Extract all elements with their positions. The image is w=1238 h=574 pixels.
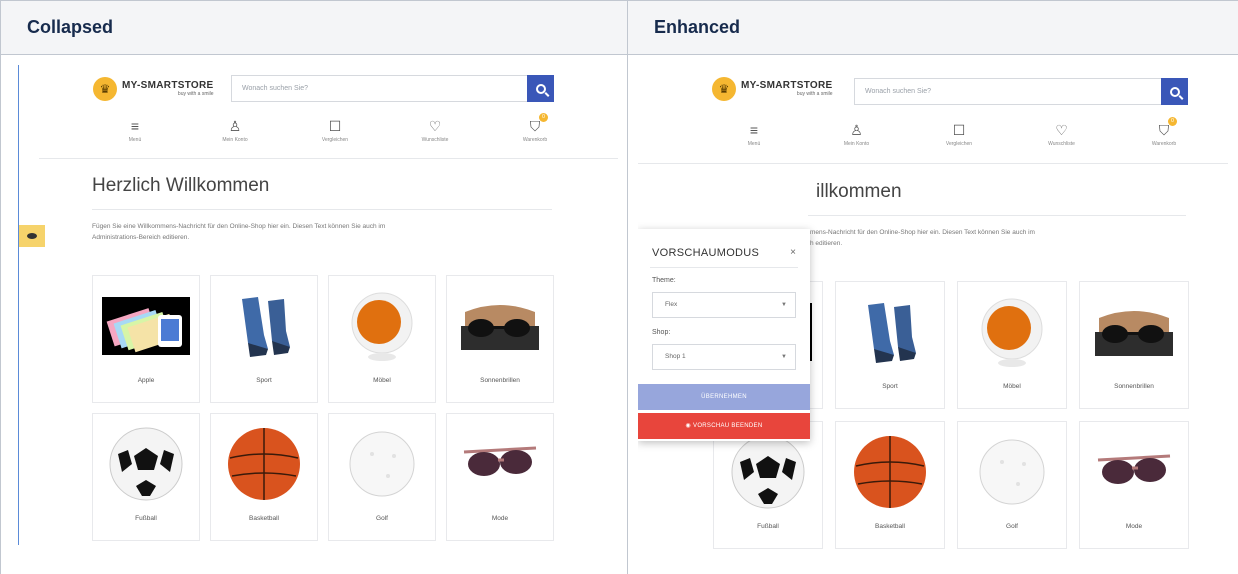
- nav-cart[interactable]: ⛉0Warenkorb: [505, 117, 565, 143]
- nav-account[interactable]: ♙Mein Konto: [205, 117, 265, 143]
- compare-icon: ☐: [305, 117, 365, 135]
- apple-image: [102, 297, 190, 355]
- shoes-image: [850, 297, 930, 367]
- sunglasses-case-image: [455, 294, 545, 358]
- category-tile-golf[interactable]: Golf: [957, 421, 1067, 549]
- category-tile-golf[interactable]: Golf: [328, 413, 436, 541]
- welcome-text: mens-Nachricht für den Online-Shop hier …: [810, 227, 1190, 249]
- welcome-text: Fügen Sie eine Willkommens-Nachricht für…: [92, 221, 562, 243]
- ball-chair-image: [345, 289, 419, 363]
- theme-label: Theme:: [652, 277, 676, 284]
- nav-menu[interactable]: ≡Menü: [724, 121, 784, 147]
- category-tile-moebel[interactable]: Möbel: [328, 275, 436, 403]
- cell-collapsed: ♛ MY-SMARTSTORE buy with a smile Wonach …: [1, 55, 628, 574]
- cell-enhanced: ♛ MY-SMARTSTORE buy with a smile Wonach …: [628, 55, 1238, 574]
- basketball-image: [224, 424, 304, 504]
- category-tile-sonnenbrillen[interactable]: Sonnenbrillen: [1079, 281, 1189, 409]
- category-grid: Apple Sport Möbel Sonnenbrillen: [92, 275, 554, 541]
- preview-title: VORSCHAUMODUS: [652, 247, 759, 259]
- user-icon: ♙: [827, 121, 887, 139]
- category-tile-mode[interactable]: Mode: [1079, 421, 1189, 549]
- page-title-fragment: illkommen: [816, 181, 902, 203]
- nav-wishlist[interactable]: ♡Wunschliste: [1032, 121, 1092, 147]
- fashion-sunglasses-image: [1092, 442, 1176, 502]
- search-placeholder: Wonach suchen Sie?: [232, 85, 553, 92]
- search-input[interactable]: Wonach suchen Sie?: [231, 75, 554, 102]
- page-title: Herzlich Willkommen: [92, 175, 269, 197]
- category-tile-sport[interactable]: Sport: [210, 275, 318, 403]
- menu-icon: ≡: [105, 117, 165, 135]
- end-preview-button[interactable]: ◉ VORSCHAU BEENDEN: [638, 413, 810, 439]
- cart-icon: ⛉: [1134, 121, 1194, 139]
- header-collapsed: Collapsed: [1, 1, 628, 55]
- category-tile-sonnenbrillen[interactable]: Sonnenbrillen: [446, 275, 554, 403]
- preview-mode-panel: VORSCHAUMODUS × Theme: Flex▼ Shop: Shop …: [638, 229, 810, 441]
- football-image: [728, 432, 808, 512]
- golf-ball-image: [344, 426, 420, 502]
- compare-icon: ☐: [929, 121, 989, 139]
- logo-name: MY-SMARTSTORE: [741, 81, 833, 91]
- nav-account[interactable]: ♙Mein Konto: [827, 121, 887, 147]
- store-screenshot-collapsed: ♛ MY-SMARTSTORE buy with a smile Wonach …: [18, 65, 618, 545]
- shop-select[interactable]: Shop 1▼: [652, 344, 796, 370]
- shop-label: Shop:: [652, 329, 670, 336]
- chevron-down-icon: ▼: [781, 345, 787, 369]
- category-tile-fussball[interactable]: Fußball: [92, 413, 200, 541]
- ball-chair-image: [975, 295, 1049, 369]
- search-icon: [536, 84, 546, 94]
- category-tile-sport[interactable]: Sport: [835, 281, 945, 409]
- search-input[interactable]: Wonach suchen Sie?: [854, 78, 1188, 105]
- user-icon: ♙: [205, 117, 265, 135]
- nav-cart[interactable]: ⛉0Warenkorb: [1134, 121, 1194, 147]
- close-icon[interactable]: ×: [790, 247, 796, 258]
- basket-icon: ♛: [93, 77, 117, 101]
- comparison-table: Collapsed Enhanced ♛ MY-SMARTSTORE buy w…: [0, 0, 1238, 574]
- logo-tagline: buy with a smile: [741, 92, 833, 97]
- shoes-image: [224, 291, 304, 361]
- cart-badge: 0: [1168, 117, 1177, 126]
- logo-name: MY-SMARTSTORE: [122, 81, 214, 91]
- logo-tagline: buy with a smile: [122, 92, 214, 97]
- store-logo[interactable]: ♛ MY-SMARTSTORE buy with a smile: [712, 77, 833, 101]
- search-button[interactable]: [1161, 78, 1188, 105]
- nav-compare[interactable]: ☐Vergleichen: [929, 121, 989, 147]
- main-nav: ≡Menü ♙Mein Konto ☐Vergleichen ♡Wunschli…: [105, 117, 565, 143]
- main-nav: ≡Menü ♙Mein Konto ☐Vergleichen ♡Wunschli…: [724, 121, 1194, 147]
- basket-icon: ♛: [712, 77, 736, 101]
- basketball-image: [850, 432, 930, 512]
- fashion-sunglasses-image: [458, 434, 542, 494]
- store-screenshot-enhanced: ♛ MY-SMARTSTORE buy with a smile Wonach …: [638, 65, 1228, 565]
- heart-icon: ♡: [1032, 121, 1092, 139]
- search-button[interactable]: [527, 75, 554, 102]
- menu-icon: ≡: [724, 121, 784, 139]
- golf-ball-image: [974, 434, 1050, 510]
- nav-menu[interactable]: ≡Menü: [105, 117, 165, 143]
- eye-icon: [27, 233, 37, 239]
- category-tile-moebel[interactable]: Möbel: [957, 281, 1067, 409]
- category-tile-basketball[interactable]: Basketball: [210, 413, 318, 541]
- preview-toggle[interactable]: [19, 225, 45, 247]
- search-icon: [1170, 87, 1180, 97]
- comparison-page: Collapsed Enhanced ♛ MY-SMARTSTORE buy w…: [0, 0, 1238, 573]
- header-enhanced: Enhanced: [628, 1, 1238, 55]
- heart-icon: ♡: [405, 117, 465, 135]
- cart-badge: 0: [539, 113, 548, 122]
- eye-icon: ◉: [686, 423, 694, 429]
- sunglasses-case-image: [1089, 300, 1179, 364]
- nav-wishlist[interactable]: ♡Wunschliste: [405, 117, 465, 143]
- chevron-down-icon: ▼: [781, 293, 787, 317]
- search-placeholder: Wonach suchen Sie?: [855, 88, 1187, 95]
- category-tile-basketball[interactable]: Basketball: [835, 421, 945, 549]
- football-image: [106, 424, 186, 504]
- nav-compare[interactable]: ☐Vergleichen: [305, 117, 365, 143]
- store-logo[interactable]: ♛ MY-SMARTSTORE buy with a smile: [93, 77, 214, 101]
- theme-select[interactable]: Flex▼: [652, 292, 796, 318]
- category-tile-apple[interactable]: Apple: [92, 275, 200, 403]
- category-tile-mode[interactable]: Mode: [446, 413, 554, 541]
- cart-icon: ⛉: [505, 117, 565, 135]
- apply-button[interactable]: ÜBERNEHMEN: [638, 384, 810, 410]
